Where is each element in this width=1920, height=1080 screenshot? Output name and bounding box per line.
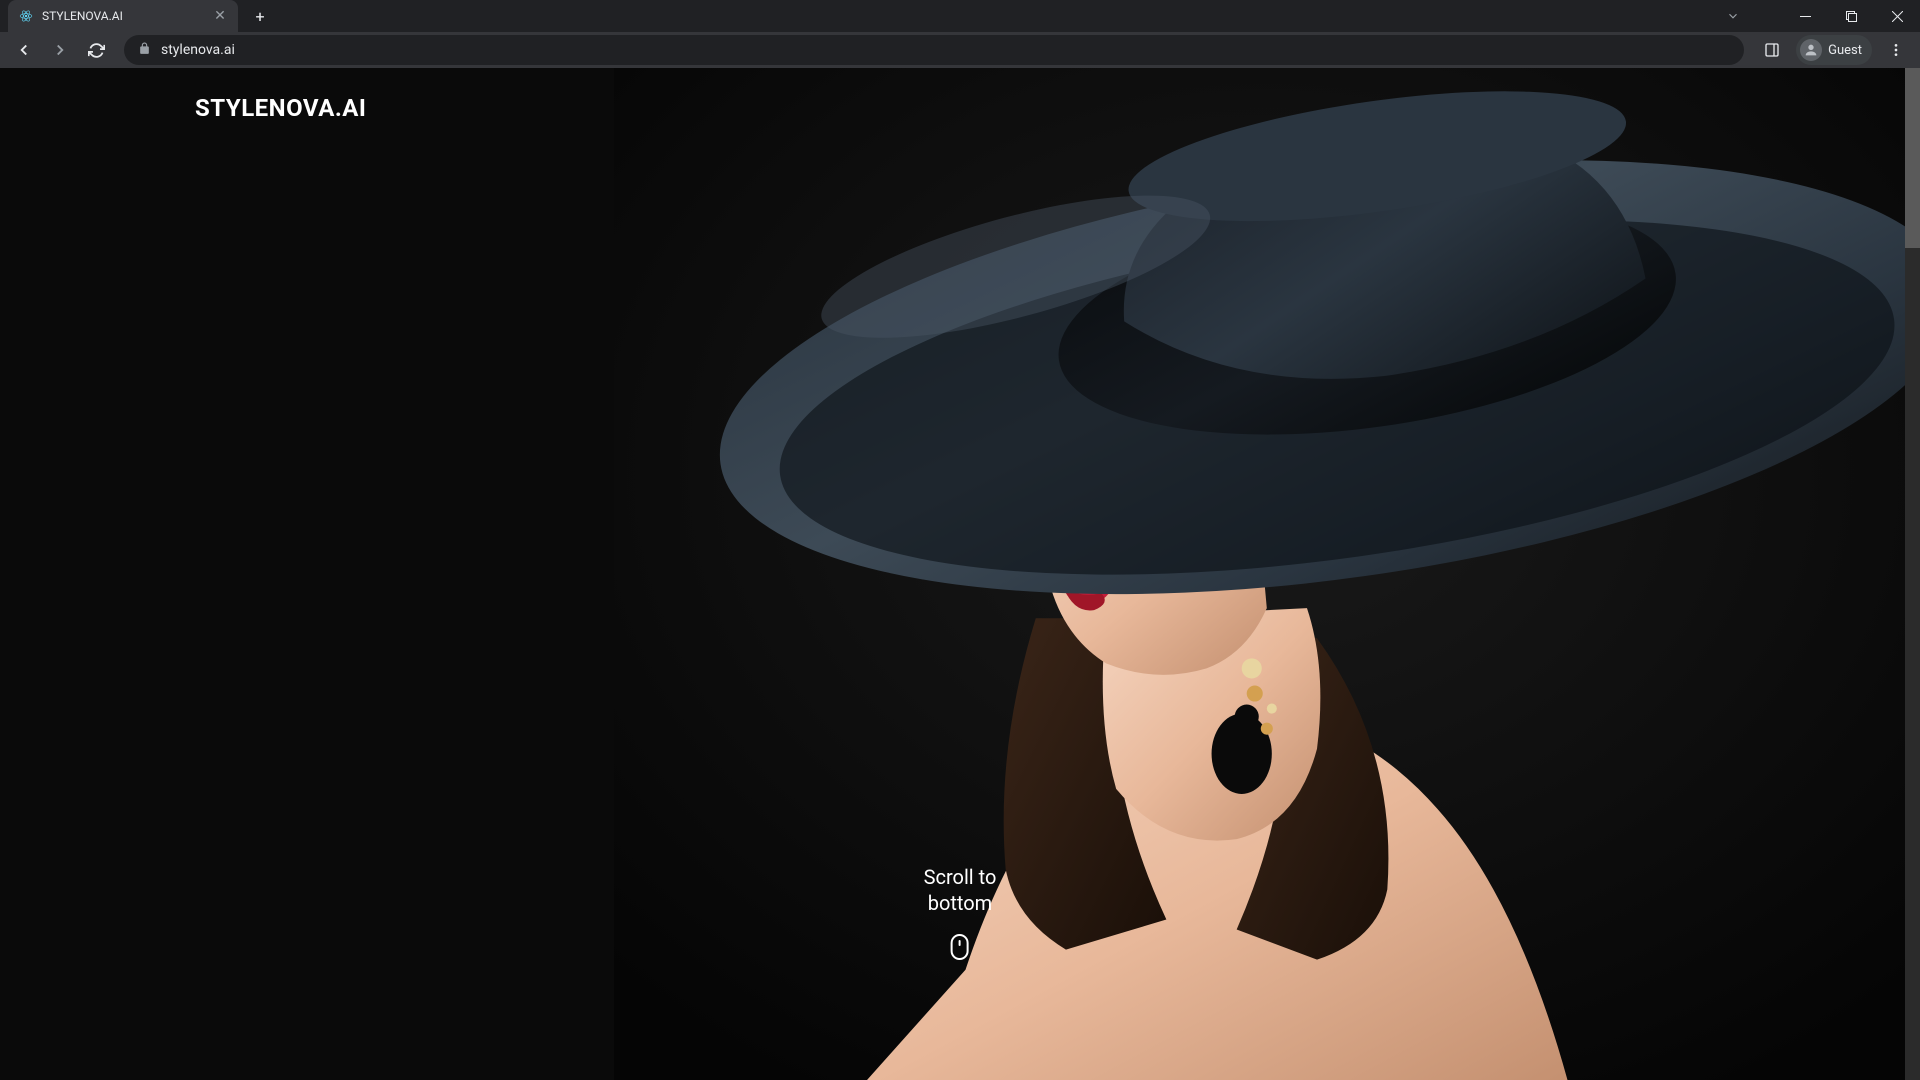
avatar-icon [1800,39,1822,61]
mouse-scroll-icon [951,934,969,960]
tab-bar: STYLENOVA.AI ✕ + [0,0,1920,32]
close-window-button[interactable] [1874,0,1920,32]
scrollbar[interactable] [1905,68,1920,1080]
url-text: stylenova.ai [161,42,235,58]
browser-toolbar: stylenova.ai Guest [0,32,1920,68]
browser-tab[interactable]: STYLENOVA.AI ✕ [8,0,238,32]
tab-search-chevron-icon[interactable] [1726,8,1740,27]
back-button[interactable] [10,36,38,64]
hero-image [614,68,1920,1080]
tab-close-icon[interactable]: ✕ [212,8,228,24]
maximize-button[interactable] [1828,0,1874,32]
side-panel-icon[interactable] [1758,36,1786,64]
scrollbar-thumb[interactable] [1905,68,1920,248]
profile-button[interactable]: Guest [1796,35,1872,65]
react-favicon-icon [18,8,34,24]
lock-icon [138,42,151,59]
new-tab-button[interactable]: + [246,2,274,30]
minimize-button[interactable] [1782,0,1828,32]
forward-button[interactable] [46,36,74,64]
reload-button[interactable] [82,36,110,64]
tab-title: STYLENOVA.AI [42,9,204,23]
profile-label: Guest [1828,43,1862,58]
browser-chrome: STYLENOVA.AI ✕ + [0,0,1920,68]
window-controls [1782,0,1920,32]
scroll-to-bottom-button[interactable]: Scroll to bottom [924,864,997,960]
brand-logo: STYLENOVA.AI [195,94,366,122]
scroll-text: Scroll to bottom [924,864,997,916]
page-content: STYLENOVA.AI Scroll to bottom [0,68,1920,1080]
address-bar[interactable]: stylenova.ai [124,35,1744,65]
browser-menu-button[interactable] [1882,36,1910,64]
toolbar-right: Guest [1758,35,1910,65]
